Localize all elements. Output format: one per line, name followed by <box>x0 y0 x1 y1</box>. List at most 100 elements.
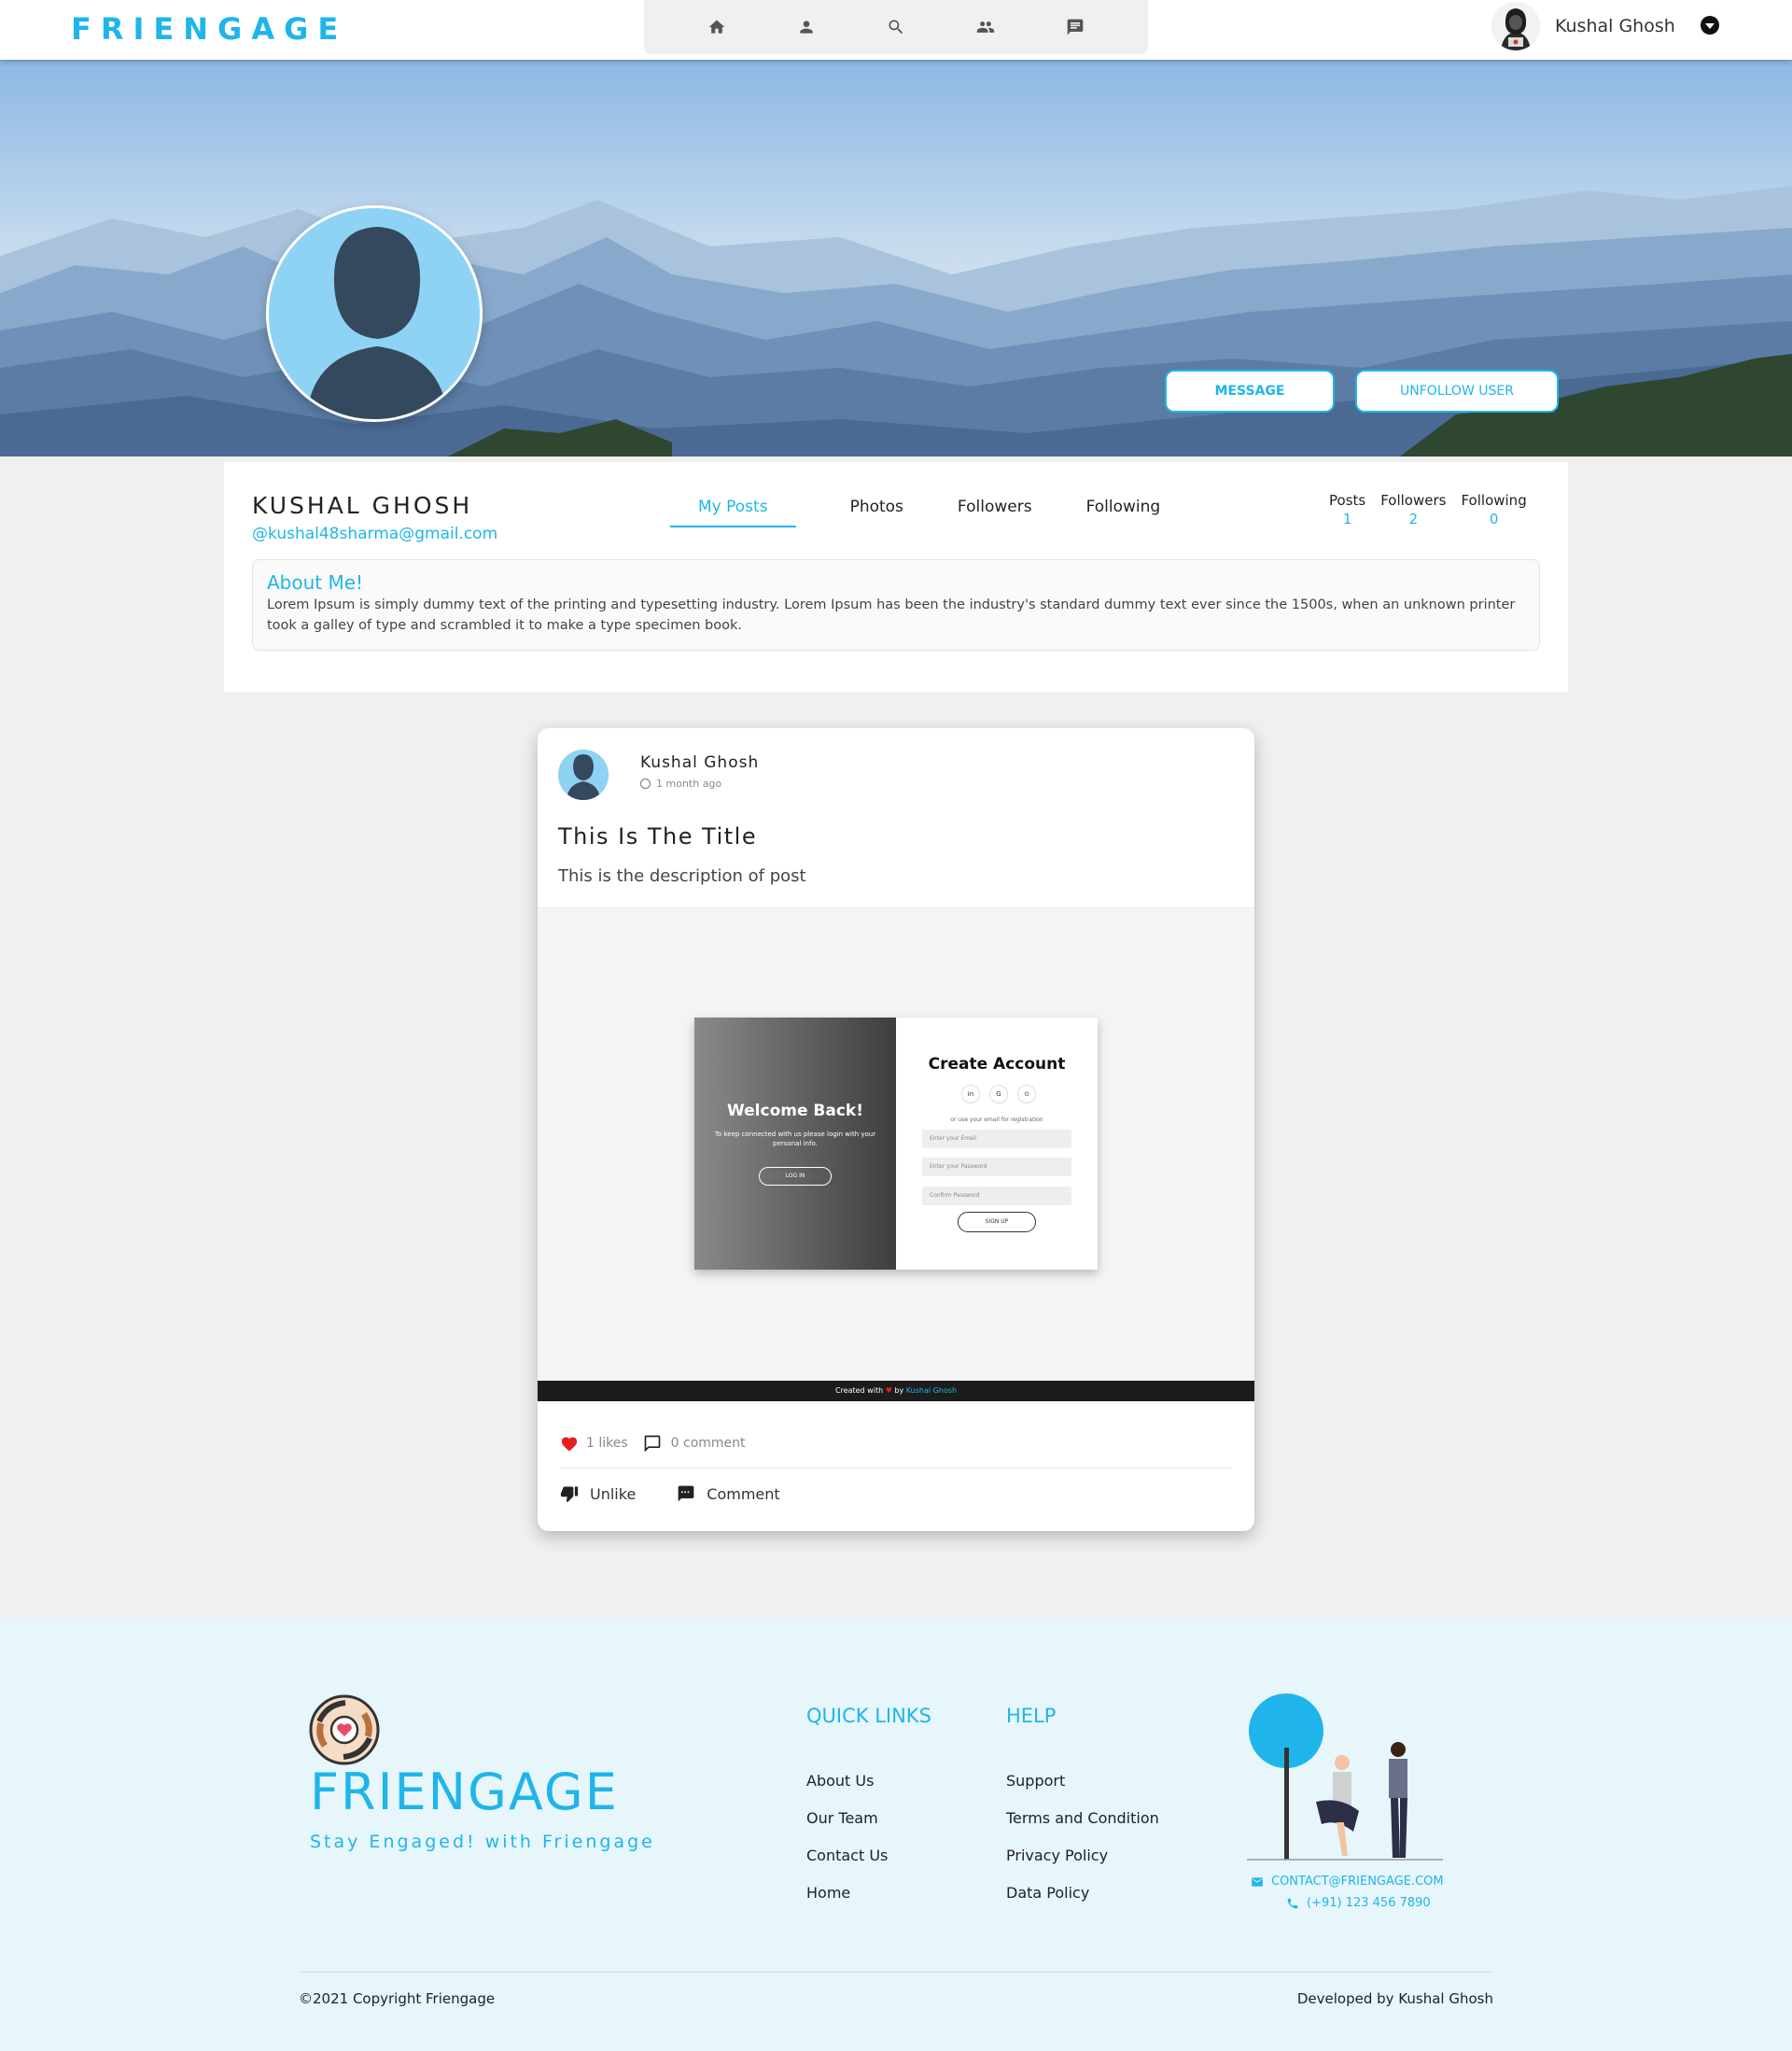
profile-avatar[interactable] <box>266 205 483 422</box>
footer-link-about-us[interactable]: About Us <box>806 1772 931 1790</box>
footer-link-support[interactable]: Support <box>1006 1772 1159 1790</box>
post-card: Kushal Ghosh 1 month ago This Is The Tit… <box>538 728 1254 1531</box>
contact-phone-row[interactable]: (+91) 123 456 7890 <box>1286 1896 1444 1910</box>
heart-icon[interactable] <box>560 1435 579 1452</box>
help-title: HELP <box>1006 1705 1057 1727</box>
comment-label: Comment <box>707 1484 780 1503</box>
contact-phone: (+91) 123 456 7890 <box>1307 1896 1431 1910</box>
image-footer-bar: Created with ♥ by Kushal Ghosh <box>538 1381 1254 1401</box>
about-title: About Me! <box>267 571 364 594</box>
tab-following[interactable]: Following <box>1086 498 1161 527</box>
email-field: Enter your Email <box>922 1130 1071 1148</box>
tab-followers[interactable]: Followers <box>958 498 1032 527</box>
stat-value: 2 <box>1408 511 1419 527</box>
tab-photos[interactable]: Photos <box>850 498 903 527</box>
profile-stats: Posts 1 Followers 2 Following 0 <box>1329 492 1542 527</box>
welcome-title: Welcome Back! <box>727 1102 863 1120</box>
comment-filled-icon <box>678 1485 694 1502</box>
message-button[interactable]: MESSAGE <box>1165 370 1335 413</box>
chevron-down-icon[interactable] <box>1701 16 1719 35</box>
thumbs-down-icon <box>560 1486 579 1503</box>
phone-icon <box>1287 1898 1298 1908</box>
post-time-text: 1 month ago <box>656 778 722 790</box>
profile-name: KUSHAL GHOSH <box>252 492 473 519</box>
footer-link-contact-us[interactable]: Contact Us <box>806 1847 931 1864</box>
create-account-panel: Create Account in G ⊙ or use your email … <box>896 1018 1098 1270</box>
post-title: This Is The Title <box>558 823 758 850</box>
profile-email[interactable]: @kushal48sharma@gmail.com <box>252 525 497 543</box>
chat-icon[interactable] <box>1055 7 1096 48</box>
footer-by: by <box>894 1386 904 1395</box>
quick-links-title: QUICK LINKS <box>806 1705 931 1727</box>
comment-icon[interactable] <box>643 1434 662 1453</box>
signup-button: SIGN UP <box>958 1212 1036 1232</box>
create-account-title: Create Account <box>928 1055 1066 1074</box>
footer-link-terms[interactable]: Terms and Condition <box>1006 1809 1159 1827</box>
friengage-logo-icon <box>309 1694 380 1765</box>
brand-logo[interactable]: FRIENGAGE <box>71 11 347 47</box>
search-icon[interactable] <box>875 7 917 48</box>
footer-contact: CONTACT@FRIENGAGE.COM (+91) 123 456 7890 <box>1251 1875 1444 1918</box>
stat-value: 1 <box>1342 511 1352 527</box>
home-icon[interactable] <box>696 7 737 48</box>
welcome-text: To keep connected with us please login w… <box>714 1131 876 1147</box>
unlike-label: Unlike <box>590 1484 637 1503</box>
footer-link-privacy[interactable]: Privacy Policy <box>1006 1847 1159 1864</box>
mail-icon <box>1252 1876 1263 1887</box>
heart-icon: ♥ <box>885 1386 892 1395</box>
post-actions: Unlike Comment <box>560 1484 821 1503</box>
post-stats: 1 likes 0 comment <box>560 1434 746 1453</box>
contact-email-row[interactable]: CONTACT@FRIENGAGE.COM <box>1251 1875 1444 1889</box>
clock-icon <box>640 779 651 789</box>
profile-icon[interactable] <box>786 7 827 48</box>
linkedin-icon: in <box>961 1085 980 1103</box>
people-illustration <box>1247 1693 1443 1861</box>
likes-count: 1 likes <box>586 1436 628 1451</box>
footer-developer: Developed by Kushal Ghosh <box>1296 1990 1493 2007</box>
post-time: 1 month ago <box>640 778 721 790</box>
google-icon: G <box>989 1085 1008 1103</box>
post-screenshot: Welcome Back! To keep connected with us … <box>694 1018 1098 1270</box>
nav-user-menu[interactable]: Kushal Ghosh <box>1491 2 1675 50</box>
stat-posts: Posts 1 <box>1329 492 1365 527</box>
avatar[interactable] <box>1491 2 1540 50</box>
footer-prefix: Created with <box>834 1386 884 1395</box>
friends-icon[interactable] <box>965 7 1006 48</box>
post-image[interactable]: Welcome Back! To keep connected with us … <box>538 907 1254 1381</box>
github-icon: ⊙ <box>1017 1085 1036 1103</box>
footer: FRIENGAGE Stay Engaged! with Friengage Q… <box>0 1619 1792 2051</box>
stat-followers: Followers 2 <box>1380 492 1446 527</box>
tab-my-posts[interactable]: My Posts <box>670 498 796 527</box>
comment-button[interactable]: Comment <box>677 1484 780 1503</box>
profile-info-card: KUSHAL GHOSH @kushal48sharma@gmail.com M… <box>224 462 1568 692</box>
unfollow-user-button[interactable]: UNFOLLOW USER <box>1355 370 1559 413</box>
nav-icon-bar <box>644 0 1148 54</box>
stat-following: Following 0 <box>1461 492 1526 527</box>
stat-label: Followers <box>1380 492 1447 509</box>
navbar: FRIENGAGE Kushal Ghosh <box>0 0 1792 60</box>
avatar[interactable] <box>558 750 609 800</box>
footer-divider <box>299 1972 1493 1973</box>
stat-value: 0 <box>1489 511 1499 527</box>
footer-link-our-team[interactable]: Our Team <box>806 1809 931 1827</box>
footer-name: Kushal Ghosh <box>905 1386 958 1395</box>
quick-links-column: QUICK LINKS About Us Our Team Contact Us… <box>806 1705 931 1921</box>
footer-link-data-policy[interactable]: Data Policy <box>1006 1884 1159 1902</box>
footer-brand: FRIENGAGE <box>310 1763 619 1821</box>
confirm-password-field: Confirm Password <box>922 1187 1071 1205</box>
help-column: HELP Support Terms and Condition Privacy… <box>1006 1705 1159 1921</box>
post-description: This is the description of post <box>558 866 806 886</box>
welcome-panel: Welcome Back! To keep connected with us … <box>694 1018 896 1270</box>
stat-label: Following <box>1461 492 1527 509</box>
footer-link-home[interactable]: Home <box>806 1884 931 1902</box>
about-me-box: About Me! Lorem Ipsum is simply dummy te… <box>252 559 1540 651</box>
unlike-button[interactable]: Unlike <box>560 1484 636 1503</box>
post-author[interactable]: Kushal Ghosh <box>640 753 759 772</box>
profile-tabs: My Posts Photos Followers Following <box>670 498 1214 527</box>
contact-email: CONTACT@FRIENGAGE.COM <box>1271 1875 1444 1889</box>
comments-count: 0 comment <box>670 1436 746 1451</box>
about-text: Lorem Ipsum is simply dummy text of the … <box>267 597 1516 633</box>
stat-label: Posts <box>1329 492 1366 509</box>
login-button: LOG IN <box>759 1167 832 1186</box>
footer-tagline: Stay Engaged! with Friengage <box>310 1832 655 1852</box>
